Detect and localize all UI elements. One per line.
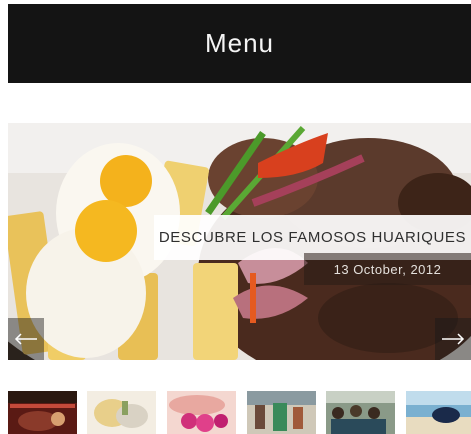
thumbnail-strip bbox=[8, 391, 471, 434]
thumbnail-1[interactable] bbox=[8, 391, 77, 434]
slide-date: 13 October, 2012 bbox=[333, 261, 442, 277]
menu-label: Menu bbox=[204, 28, 275, 58]
thumbnail-4[interactable] bbox=[247, 391, 316, 434]
thumbnail-3-image bbox=[167, 391, 236, 434]
arrow-right-icon bbox=[442, 333, 465, 345]
thumbnail-2[interactable] bbox=[87, 391, 156, 434]
menu-header[interactable]: Menu bbox=[8, 4, 471, 83]
thumbnail-4-image bbox=[247, 391, 316, 434]
image-slider[interactable]: DESCUBRE LOS FAMOSOS HUARIQUES 13 Octobe… bbox=[8, 123, 471, 360]
previous-slide-button[interactable] bbox=[8, 318, 44, 360]
arrow-left-icon bbox=[14, 333, 37, 345]
thumbnail-5[interactable] bbox=[326, 391, 395, 434]
slide-title: DESCUBRE LOS FAMOSOS HUARIQUES bbox=[158, 229, 467, 246]
thumbnail-6[interactable] bbox=[406, 391, 471, 434]
next-slide-button[interactable] bbox=[435, 318, 471, 360]
slide-date-box: 13 October, 2012 bbox=[304, 253, 471, 285]
thumbnail-6-image bbox=[406, 391, 471, 434]
thumbnail-2-image bbox=[87, 391, 156, 434]
thumbnail-3[interactable] bbox=[167, 391, 236, 434]
thumbnail-1-image bbox=[8, 391, 77, 434]
thumbnail-5-image bbox=[326, 391, 395, 434]
